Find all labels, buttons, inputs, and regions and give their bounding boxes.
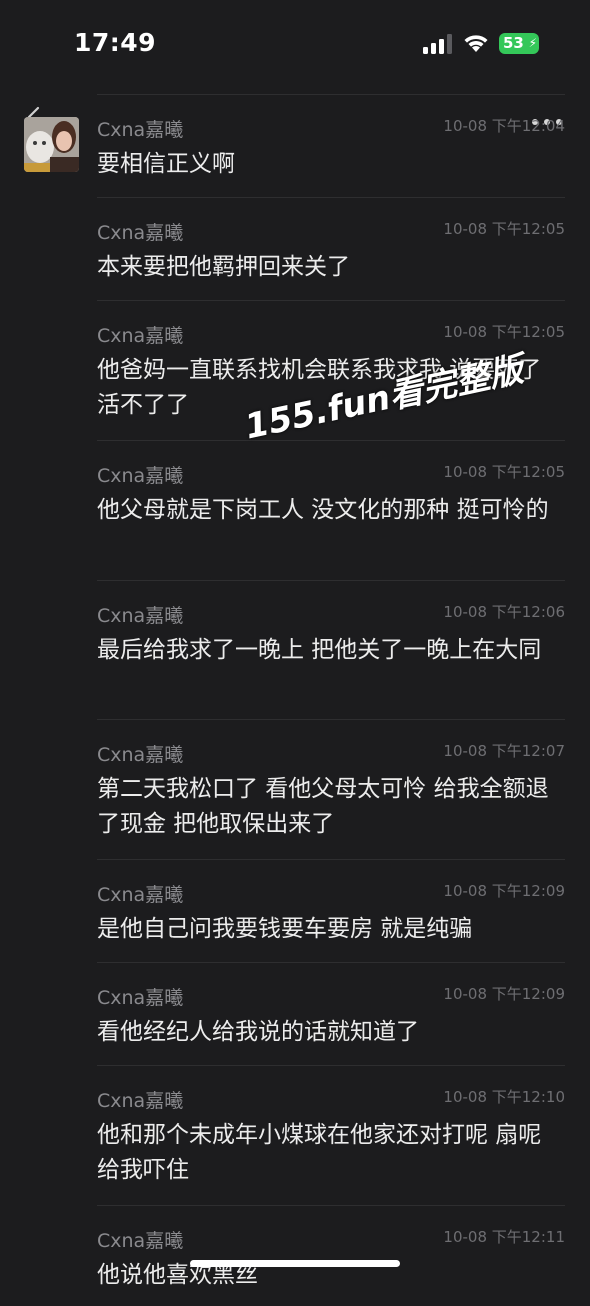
message-sender: Cxna嘉曦 [97,987,184,1009]
message-item[interactable]: Cxna嘉曦 10-08 下午12:06 最后给我求了一晚上 把他关了一晚上在大… [97,581,565,720]
message-sender: Cxna嘉曦 [97,1090,184,1112]
charging-bolt-icon: ⚡ [528,36,537,50]
message-sender: Cxna嘉曦 [97,1230,184,1252]
battery-icon: 53 ⚡ [499,33,539,54]
message-item[interactable]: Cxna嘉曦 10-08 下午12:05 他父母就是下岗工人 没文化的那种 挺可… [97,441,565,581]
message-item[interactable]: Cxna嘉曦 10-08 下午12:11 他说他喜欢黑丝 [97,1206,565,1306]
status-time: 17:49 [74,28,157,57]
message-sender: Cxna嘉曦 [97,884,184,906]
message-text: 他父母就是下岗工人 没文化的那种 挺可怜的 [97,497,549,523]
message-sender: Cxna嘉曦 [97,119,184,141]
message-text: 看他经纪人给我说的话就知道了 [97,1019,419,1045]
message-item[interactable]: Cxna嘉曦 10-08 下午12:10 他和那个未成年小煤球在他家还对打呢 扇… [97,1066,565,1206]
status-bar: 17:49 53 ⚡ [0,0,590,90]
wifi-icon [464,35,488,52]
avatar[interactable] [24,117,79,172]
message-text: 他和那个未成年小煤球在他家还对打呢 扇呢 给我吓住 [97,1122,542,1183]
message-time: 10-08 下午12:04 [443,117,565,135]
message-time: 10-08 下午12:05 [443,220,565,238]
message-time: 10-08 下午12:09 [443,882,565,900]
message-item[interactable]: Cxna嘉曦 10-08 下午12:05 本来要把他羁押回来关了 [97,198,565,301]
message-sender: Cxna嘉曦 [97,222,184,244]
message-time: 10-08 下午12:05 [443,323,565,341]
home-indicator [190,1260,400,1267]
message-time: 10-08 下午12:10 [443,1088,565,1106]
avatar-image [24,117,79,172]
message-text: 是他自己问我要钱要车要房 就是纯骗 [97,916,473,942]
cellular-signal-icon [423,34,452,54]
message-time: 10-08 下午12:07 [443,742,565,760]
battery-level: 53 [503,34,524,52]
message-text: 最后给我求了一晚上 把他关了一晚上在大同 [97,637,542,663]
message-time: 10-08 下午12:09 [443,985,565,1003]
message-text: 第二天我松口了 看他父母太可怜 给我全额退了现金 把他取保出来了 [97,776,549,837]
message-time: 10-08 下午12:05 [443,463,565,481]
message-item[interactable]: Cxna嘉曦 10-08 下午12:09 看他经纪人给我说的话就知道了 [97,963,565,1066]
message-item[interactable]: Cxna嘉曦 10-08 下午12:07 第二天我松口了 看他父母太可怜 给我全… [97,720,565,860]
message-time: 10-08 下午12:06 [443,603,565,621]
message-sender: Cxna嘉曦 [97,744,184,766]
message-text: 本来要把他羁押回来关了 [97,254,350,280]
message-sender: Cxna嘉曦 [97,465,184,487]
message-sender: Cxna嘉曦 [97,325,184,347]
message-item[interactable]: Cxna嘉曦 10-08 下午12:04 要相信正义啊 [97,95,565,198]
message-time: 10-08 下午12:11 [443,1228,565,1246]
message-sender: Cxna嘉曦 [97,605,184,627]
message-item[interactable]: Cxna嘉曦 10-08 下午12:09 是他自己问我要钱要车要房 就是纯骗 [97,860,565,963]
message-text: 要相信正义啊 [97,151,235,177]
